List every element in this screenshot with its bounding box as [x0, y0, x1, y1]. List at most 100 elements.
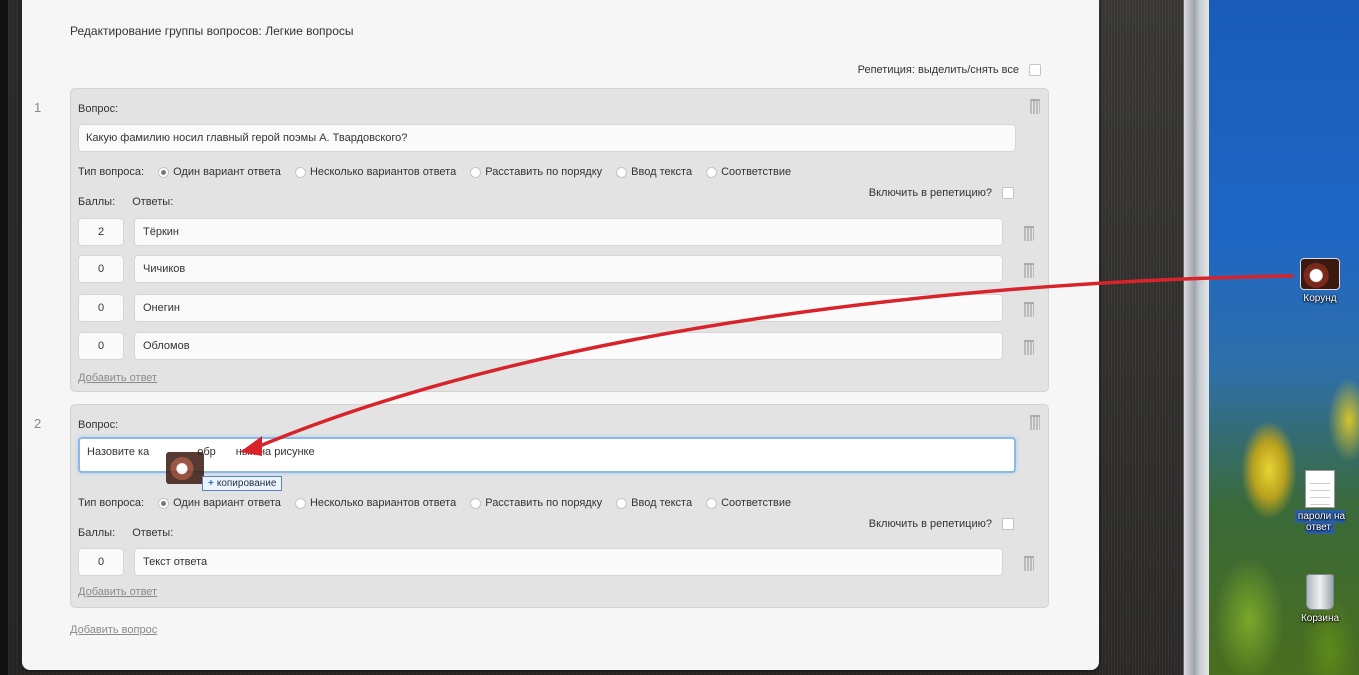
type-option-match[interactable]: Соответствие: [706, 166, 791, 178]
add-question-link[interactable]: Добавить вопрос: [70, 624, 157, 636]
include-repetition-label: Включить в репетицию?: [868, 518, 992, 530]
question-text-part: ный на рисунке: [235, 446, 315, 458]
type-option-label: Ввод текста: [631, 497, 693, 509]
dragged-image-icon: [166, 452, 204, 484]
delete-answer-icon[interactable]: [1024, 263, 1034, 278]
question-text-input[interactable]: Какую фамилию носил главный герой поэмы …: [78, 124, 1016, 152]
type-option-text[interactable]: Ввод текста: [616, 166, 692, 178]
recycle-bin-icon: [1306, 574, 1334, 610]
add-answer-link[interactable]: Добавить ответ: [78, 586, 157, 598]
radio-icon[interactable]: [706, 497, 718, 509]
type-option-label: Расставить по порядку: [485, 497, 603, 509]
radio-icon[interactable]: [158, 166, 170, 178]
type-option-label: Один вариант ответа: [173, 166, 281, 178]
question-block-1: Вопрос: Какую фамилию носил главный геро…: [70, 88, 1049, 392]
delete-answer-icon[interactable]: [1024, 556, 1034, 571]
include-repetition[interactable]: Включить в репетицию?: [869, 187, 1014, 199]
answers-header: Баллы: Ответы:: [78, 527, 187, 539]
window-edge: [1183, 0, 1210, 675]
type-option-order[interactable]: Расставить по порядку: [470, 166, 602, 178]
radio-icon[interactable]: [616, 497, 628, 509]
type-option-order[interactable]: Расставить по порядку: [470, 497, 602, 509]
desktop-icon-label: пароли на ответ: [1285, 510, 1355, 534]
type-option-match[interactable]: Соответствие: [706, 497, 791, 509]
desktop-icon-label: Корунд: [1303, 293, 1337, 304]
type-option-multiple[interactable]: Несколько вариантов ответа: [294, 166, 457, 178]
right-background-strip: [1099, 0, 1183, 675]
type-option-single[interactable]: Один вариант ответа: [158, 166, 281, 178]
answer-row: 2 Тёркин: [78, 218, 1003, 246]
delete-answer-icon[interactable]: [1024, 302, 1034, 317]
repetition-toggle-all-label: Репетиция: выделить/снять все: [857, 64, 1019, 76]
text-document-icon: [1305, 470, 1335, 508]
type-option-multiple[interactable]: Несколько вариантов ответа: [294, 497, 457, 509]
points-header: Баллы:: [78, 196, 116, 208]
question-text-part: Назовите ка: [87, 446, 150, 458]
repetition-toggle-all[interactable]: Репетиция: выделить/снять все: [858, 64, 1041, 76]
type-option-label: Несколько вариантов ответа: [309, 497, 457, 509]
question-type-label: Тип вопроса:: [78, 497, 145, 509]
type-option-text[interactable]: Ввод текста: [616, 497, 692, 509]
radio-icon[interactable]: [294, 166, 306, 178]
question-block-2: Вопрос: Назовите ка обр ный на рисунке Тип…: [70, 404, 1049, 608]
radio-icon[interactable]: [470, 166, 482, 178]
type-option-single[interactable]: Один вариант ответа: [158, 497, 281, 509]
photo-icon: [1300, 258, 1340, 290]
answers-header-label: Ответы:: [132, 527, 174, 539]
type-option-label: Соответствие: [721, 497, 792, 509]
plus-icon: +: [208, 478, 214, 489]
type-option-label: Соответствие: [721, 166, 792, 178]
editor-panel: Редактирование группы вопросов: Легкие в…: [22, 0, 1099, 670]
answer-row: 0 Чичиков: [78, 255, 1003, 283]
desktop-icon-recycle-bin[interactable]: Корзина: [1285, 574, 1355, 624]
answers-header: Баллы: Ответы:: [78, 196, 187, 208]
add-answer-link[interactable]: Добавить ответ: [78, 372, 157, 384]
radio-icon[interactable]: [294, 497, 306, 509]
question-type-row: Тип вопроса: Один вариант ответа Несколь…: [78, 166, 791, 178]
answer-input[interactable]: Тёркин: [134, 218, 1003, 246]
answer-input[interactable]: Обломов: [134, 332, 1003, 360]
include-repetition-checkbox[interactable]: [1002, 518, 1014, 530]
question-type-row: Тип вопроса: Один вариант ответа Несколь…: [78, 497, 791, 509]
points-input[interactable]: 0: [78, 548, 124, 576]
question-text-input[interactable]: Назовите ка обр ный на рисунке: [78, 437, 1016, 473]
type-option-label: Несколько вариантов ответа: [309, 166, 457, 178]
question-label: Вопрос:: [78, 103, 119, 115]
repetition-toggle-all-checkbox[interactable]: [1029, 64, 1041, 76]
radio-icon[interactable]: [706, 166, 718, 178]
question-label: Вопрос:: [78, 419, 119, 431]
answers-header-label: Ответы:: [132, 196, 174, 208]
answer-row: 0 Обломов: [78, 332, 1003, 360]
delete-question-icon[interactable]: [1030, 99, 1040, 114]
answer-input[interactable]: Онегин: [134, 294, 1003, 322]
delete-answer-icon[interactable]: [1024, 340, 1034, 355]
copy-tooltip: + копирование: [202, 476, 283, 491]
points-input[interactable]: 0: [78, 255, 124, 283]
delete-answer-icon[interactable]: [1024, 226, 1034, 241]
points-header: Баллы:: [78, 527, 116, 539]
desktop-icon-passwords[interactable]: пароли на ответ: [1285, 470, 1355, 534]
points-input[interactable]: 0: [78, 294, 124, 322]
question-number: 2: [34, 416, 42, 431]
type-option-label: Один вариант ответа: [173, 497, 281, 509]
answer-row: 0 Онегин: [78, 294, 1003, 322]
type-option-label: Ввод текста: [631, 166, 693, 178]
include-repetition-checkbox[interactable]: [1002, 187, 1014, 199]
delete-question-icon[interactable]: [1030, 415, 1040, 430]
desktop-icon-korund[interactable]: Корунд: [1285, 258, 1355, 304]
copy-tooltip-label: копирование: [216, 478, 277, 489]
left-window-border: [0, 0, 8, 675]
question-type-label: Тип вопроса:: [78, 166, 145, 178]
desktop-icon-label: Корзина: [1300, 613, 1340, 624]
radio-icon[interactable]: [158, 497, 170, 509]
answer-input[interactable]: Текст ответа: [134, 548, 1003, 576]
radio-icon[interactable]: [470, 497, 482, 509]
include-repetition[interactable]: Включить в репетицию?: [869, 518, 1014, 530]
type-option-label: Расставить по порядку: [485, 166, 603, 178]
radio-icon[interactable]: [616, 166, 628, 178]
points-input[interactable]: 2: [78, 218, 124, 246]
points-input[interactable]: 0: [78, 332, 124, 360]
answer-input[interactable]: Чичиков: [134, 255, 1003, 283]
desktop: Корунд пароли на ответ Корзина: [1209, 0, 1359, 675]
page-title: Редактирование группы вопросов: Легкие в…: [70, 24, 354, 38]
